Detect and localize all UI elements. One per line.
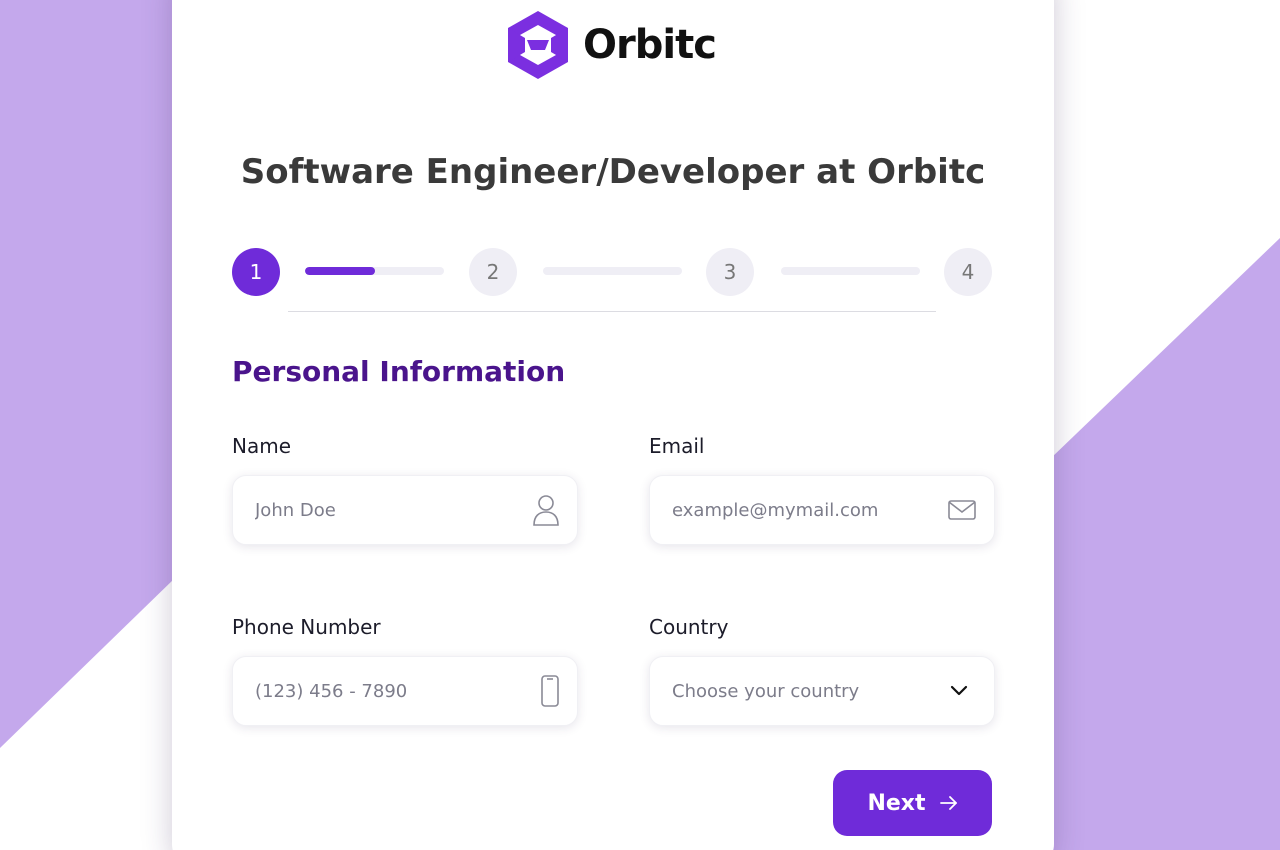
step-1[interactable]: 1 — [232, 248, 280, 296]
step-number: 1 — [249, 260, 263, 284]
step-track-2 — [543, 267, 682, 275]
background-band-right — [1050, 238, 1280, 850]
country-select-value: Choose your country — [672, 680, 860, 702]
user-icon — [533, 494, 559, 526]
phone-icon — [541, 675, 559, 707]
background-band-left — [0, 0, 175, 748]
stepper-divider — [288, 311, 936, 312]
mail-icon — [948, 500, 976, 520]
country-select[interactable]: Choose your country — [649, 656, 995, 726]
step-track-1 — [305, 267, 444, 275]
step-3[interactable]: 3 — [706, 248, 754, 296]
phone-field-container — [232, 656, 578, 726]
step-number: 4 — [961, 260, 975, 284]
phone-label: Phone Number — [232, 615, 381, 639]
email-field-container — [649, 475, 995, 545]
page-title: Software Engineer/Developer at Orbitc — [240, 152, 986, 192]
name-field-container — [232, 475, 578, 545]
arrow-right-icon — [939, 791, 958, 816]
brand-name: Orbitc — [583, 22, 717, 68]
brand-logo: Orbitc — [505, 8, 717, 82]
step-track-3 — [781, 267, 920, 275]
step-2[interactable]: 2 — [469, 248, 517, 296]
email-label: Email — [649, 434, 705, 458]
section-title: Personal Information — [232, 355, 566, 388]
step-4[interactable]: 4 — [944, 248, 992, 296]
country-label: Country — [649, 615, 729, 639]
step-number: 2 — [486, 260, 500, 284]
step-track-fill — [305, 267, 375, 275]
next-button[interactable]: Next — [833, 770, 992, 836]
name-label: Name — [232, 434, 292, 458]
email-input[interactable] — [670, 498, 934, 522]
name-input[interactable] — [253, 498, 517, 522]
phone-input[interactable] — [253, 679, 517, 703]
next-button-label: Next — [867, 790, 926, 816]
step-number: 3 — [723, 260, 737, 284]
chevron-down-icon[interactable] — [950, 685, 968, 697]
orbitc-logo-icon — [508, 11, 568, 79]
